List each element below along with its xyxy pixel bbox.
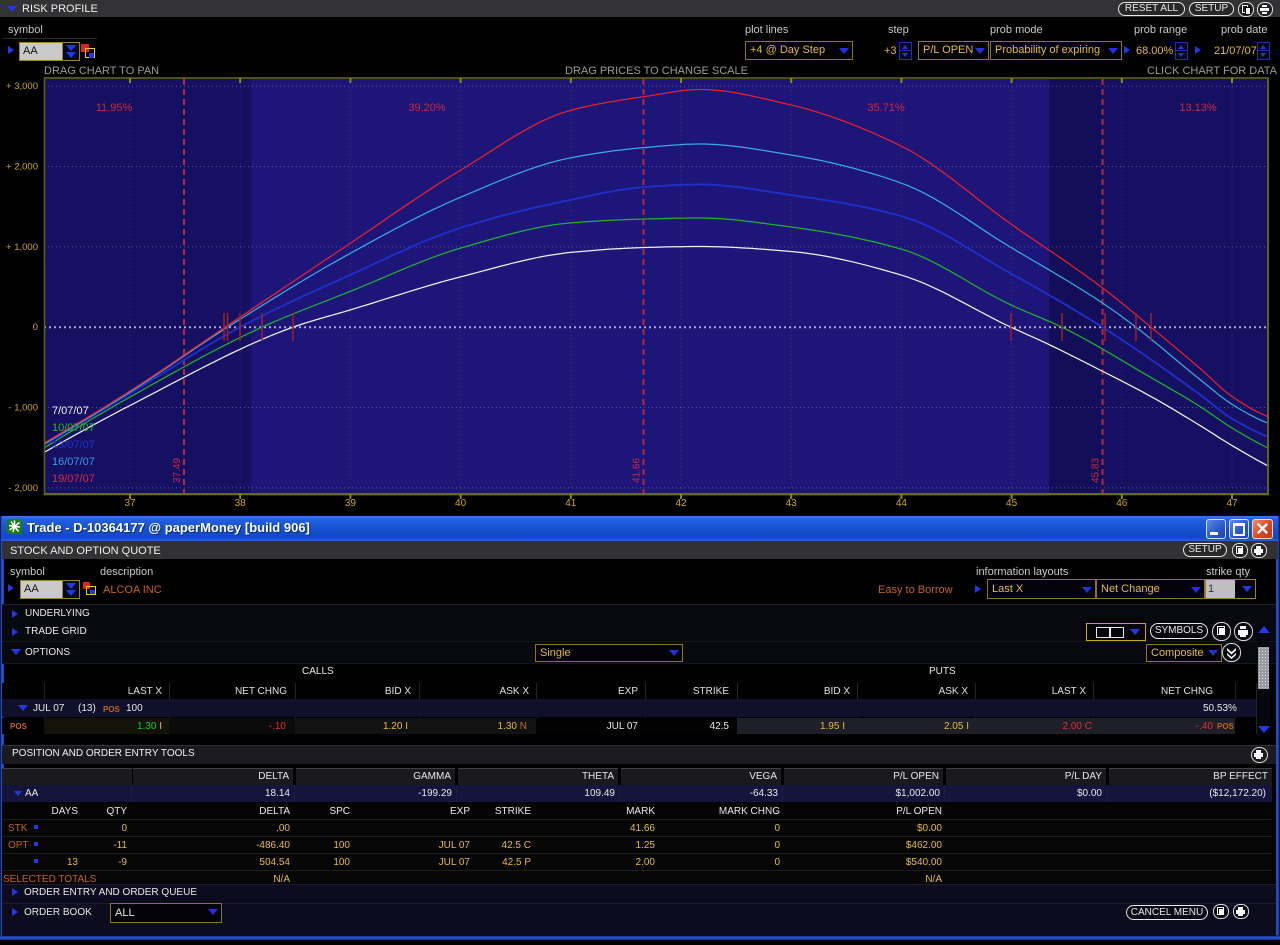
svg-text:0: 0 <box>33 322 38 333</box>
svg-text:35.71%: 35.71% <box>867 102 905 114</box>
svg-text:7/07/07: 7/07/07 <box>52 405 89 417</box>
svg-text:10/07/07: 10/07/07 <box>52 422 95 434</box>
svg-text:13.13%: 13.13% <box>1179 102 1217 114</box>
svg-text:39: 39 <box>345 498 357 509</box>
svg-text:42: 42 <box>675 498 687 509</box>
svg-text:47: 47 <box>1226 498 1238 509</box>
svg-text:- 1,000: - 1,000 <box>8 403 38 414</box>
svg-text:37: 37 <box>124 498 136 509</box>
svg-text:+ 2,000: + 2,000 <box>6 162 38 173</box>
svg-text:43: 43 <box>786 498 798 509</box>
svg-text:13/07/07: 13/07/07 <box>52 439 95 451</box>
svg-text:41.66: 41.66 <box>632 458 643 483</box>
svg-text:- 2,000: - 2,000 <box>8 483 38 494</box>
svg-text:19/07/07: 19/07/07 <box>52 473 95 485</box>
svg-text:37.49: 37.49 <box>172 458 183 483</box>
svg-text:38: 38 <box>235 498 247 509</box>
svg-text:44: 44 <box>896 498 908 509</box>
svg-text:11.95%: 11.95% <box>96 102 133 114</box>
svg-text:+ 1,000: + 1,000 <box>6 242 38 253</box>
svg-text:41: 41 <box>565 498 577 509</box>
svg-text:45.83: 45.83 <box>1091 458 1102 483</box>
svg-text:+ 3,000: + 3,000 <box>6 81 38 92</box>
svg-text:45: 45 <box>1006 498 1018 509</box>
svg-text:46: 46 <box>1116 498 1128 509</box>
svg-text:40: 40 <box>455 498 467 509</box>
svg-text:39.20%: 39.20% <box>408 102 446 114</box>
svg-text:16/07/07: 16/07/07 <box>52 456 95 468</box>
